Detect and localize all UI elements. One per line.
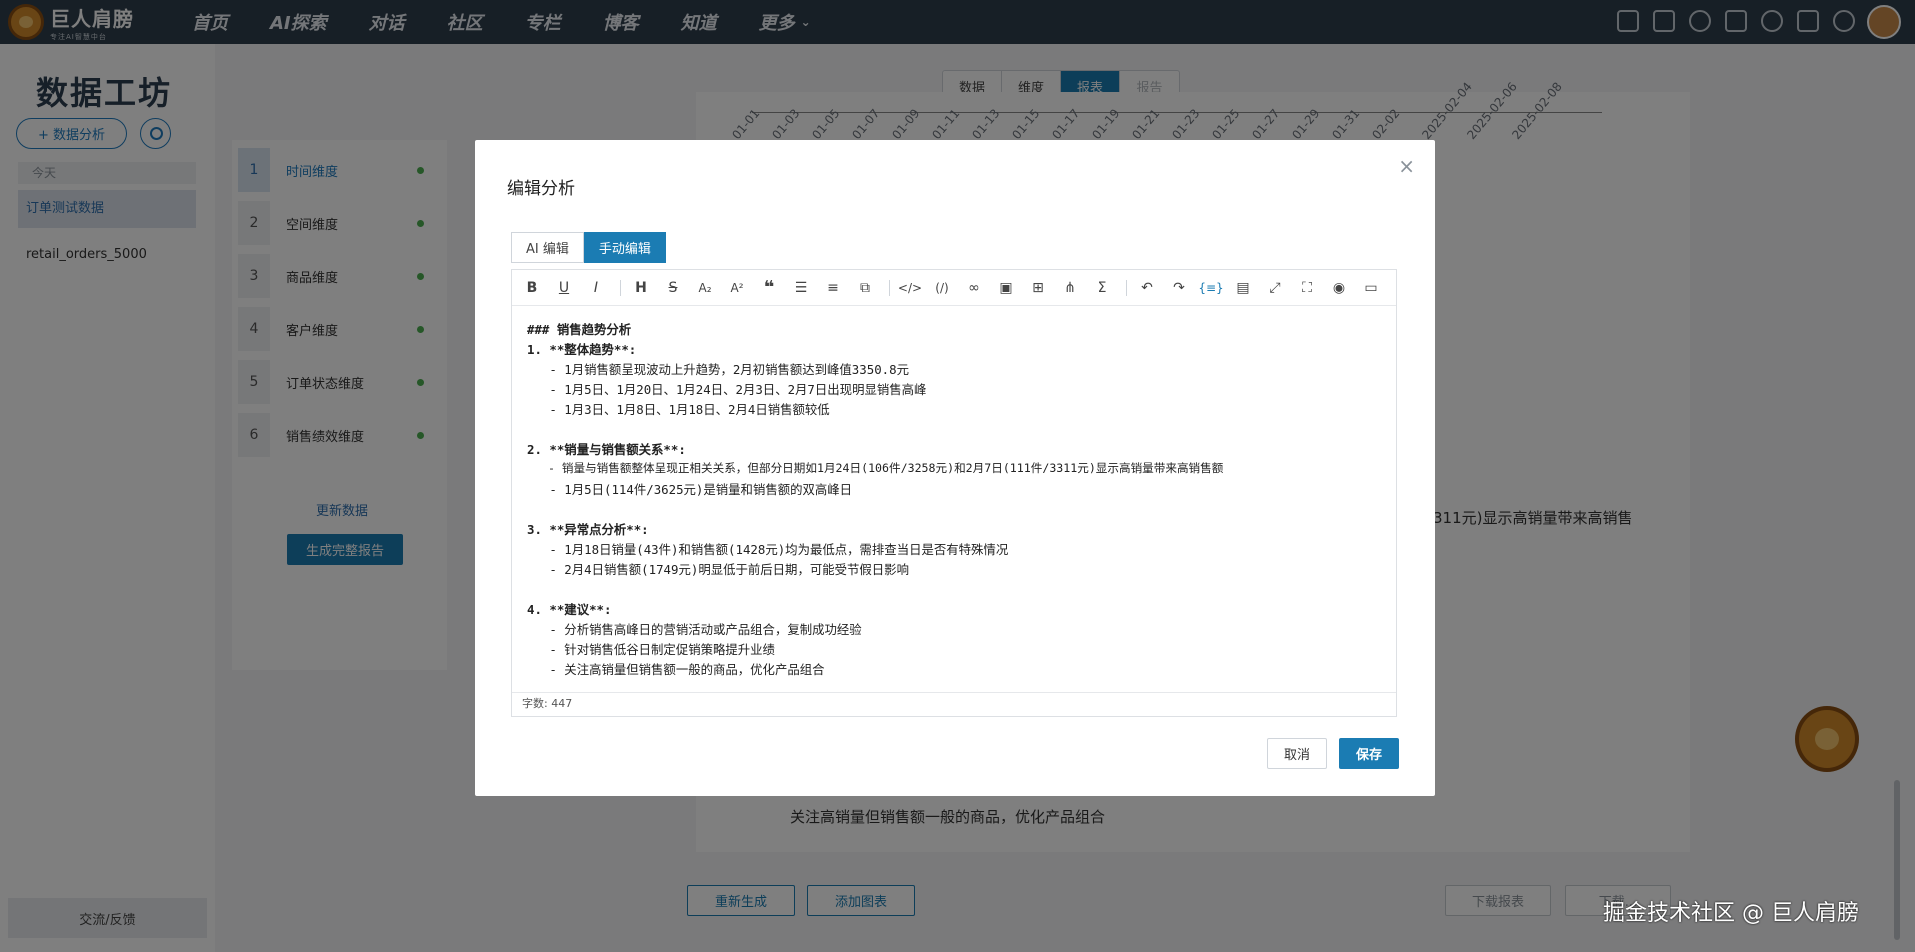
close-icon[interactable]: × [1398, 154, 1415, 178]
image-icon[interactable]: ▣ [994, 276, 1018, 300]
bullet-list-icon[interactable]: ☰ [789, 276, 813, 300]
toc-icon[interactable]: ▤ [1231, 276, 1255, 300]
editor-line: - 分析销售高峰日的营销活动或产品组合，复制成功经验 [527, 622, 862, 637]
editor-line: 1. **整体趋势**: [527, 342, 637, 357]
tab-ai-edit[interactable]: AI 编辑 [511, 232, 584, 263]
link-icon[interactable]: ∞ [962, 276, 986, 300]
word-count: 字数: 447 [512, 692, 1396, 716]
editor-line: 3. **异常点分析**: [527, 522, 649, 537]
bold-icon[interactable]: B [520, 276, 544, 300]
editor-content[interactable]: ### 销售趋势分析 1. **整体趋势**: - 1月销售额呈现波动上升趋势，… [512, 306, 1396, 692]
strikethrough-icon[interactable]: S [661, 276, 685, 300]
preview-eye-icon[interactable]: ◉ [1327, 276, 1351, 300]
editor-line: - 2月4日销售额(1749元)明显低于前后日期，可能受节假日影响 [527, 562, 909, 577]
editor-line: - 1月3日、1月8日、1月18日、2月4日销售额较低 [527, 402, 830, 417]
toolbar-divider [1126, 279, 1127, 296]
italic-icon[interactable]: I [584, 276, 608, 300]
editor-toolbar: B U I H S A₂ A² ❝ ☰ ≡ ⧉ </> (/) ∞ ▣ ⊞ ⋔ … [512, 270, 1396, 306]
formula-icon[interactable]: Σ [1090, 276, 1114, 300]
editor-line: 4. **建议**: [527, 602, 612, 617]
expand-icon[interactable]: ⤢ [1263, 276, 1287, 300]
undo-icon[interactable]: ↶ [1135, 276, 1159, 300]
ordered-list-icon[interactable]: ≡ [821, 276, 845, 300]
checklist-icon[interactable]: ⧉ [853, 276, 877, 300]
toolbar-divider [620, 279, 621, 296]
quote-icon[interactable]: ❝ [757, 276, 781, 300]
underline-icon[interactable]: U [552, 276, 576, 300]
dialog-title: 编辑分析 [507, 179, 575, 199]
editor-line: - 1月销售额呈现波动上升趋势，2月初销售额达到峰值3350.8元 [527, 362, 909, 377]
edit-analysis-dialog: 编辑分析 × AI 编辑 手动编辑 B U I H S A₂ A² ❝ ☰ ≡ … [475, 140, 1435, 796]
diagram-icon[interactable]: ⋔ [1058, 276, 1082, 300]
fullscreen-icon[interactable]: ⛶ [1295, 276, 1319, 300]
editor-line: - 1月18日销量(43件)和销售额(1428元)均为最低点，需排查当日是否有特… [527, 542, 1009, 557]
editor-line: - 销量与销售额整体呈现正相关关系，但部分日期如1月24日(106件/3258元… [527, 461, 1224, 475]
editor-line: 2. **销量与销售额关系**: [527, 442, 686, 457]
editor-line: ### 销售趋势分析 [527, 322, 632, 337]
edit-mode-tabs: AI 编辑 手动编辑 [511, 232, 666, 263]
editor-line: - 关注高销量但销售额一般的商品，优化产品组合 [527, 662, 825, 677]
code-icon[interactable]: </> [898, 276, 922, 300]
watermark: 掘金技术社区 @ 巨人肩膀 [1603, 901, 1859, 926]
editor-line: - 针对销售低谷日制定促销策略提升业绩 [527, 642, 775, 657]
superscript-icon[interactable]: A² [725, 276, 749, 300]
editor-line: - 1月5日、1月20日、1月24日、2月3日、2月7日出现明显销售高峰 [527, 382, 927, 397]
redo-icon[interactable]: ↷ [1167, 276, 1191, 300]
side-preview-icon[interactable]: ▭ [1359, 276, 1383, 300]
subscript-icon[interactable]: A₂ [693, 276, 717, 300]
toolbar-divider [889, 279, 890, 296]
tab-manual-edit[interactable]: 手动编辑 [583, 232, 666, 263]
table-icon[interactable]: ⊞ [1026, 276, 1050, 300]
editor-line: - 1月5日(114件/3625元)是销量和销售额的双高峰日 [527, 482, 853, 497]
save-button[interactable]: 保存 [1339, 738, 1399, 769]
source-mode-icon[interactable]: {≡} [1198, 276, 1223, 300]
heading-icon[interactable]: H [629, 276, 653, 300]
markdown-editor: B U I H S A₂ A² ❝ ☰ ≡ ⧉ </> (/) ∞ ▣ ⊞ ⋔ … [511, 269, 1397, 717]
cancel-button[interactable]: 取消 [1267, 738, 1327, 769]
inline-code-icon[interactable]: (/) [930, 276, 954, 300]
